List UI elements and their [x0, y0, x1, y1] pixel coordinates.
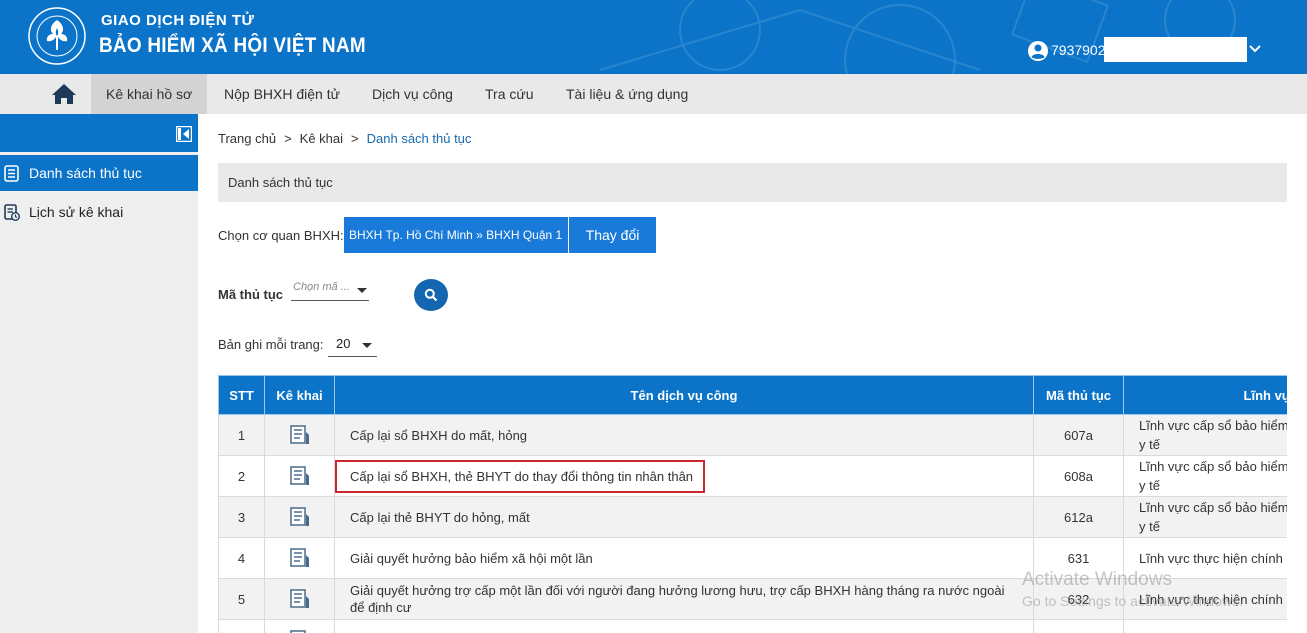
- user-avatar-icon[interactable]: [1027, 40, 1049, 62]
- table-header-row: STT Kê khai Tên dịch vụ công Mã thủ tục …: [218, 375, 1287, 415]
- nav-item-ke-khai-ho-so[interactable]: Kê khai hồ sơ: [91, 74, 208, 114]
- records-per-page-select[interactable]: 20: [328, 333, 377, 357]
- procedure-code-select[interactable]: Chọn mã ...: [291, 279, 369, 301]
- row-procedure-code: 608a: [1033, 455, 1124, 497]
- nav-item-dich-vu-cong[interactable]: Dịch vụ công: [357, 74, 468, 114]
- agency-selected-value: BHXH Tp. Hồ Chí Minh » BHXH Quận 1: [344, 217, 568, 253]
- row-procedure-code: 607a: [1033, 414, 1124, 456]
- change-agency-button[interactable]: Thay đổi: [569, 217, 656, 253]
- nav-item-tai-lieu[interactable]: Tài liệu & ứng dụng: [551, 74, 703, 114]
- records-per-page-label: Bản ghi mỗi trang:: [218, 337, 324, 352]
- row-service-name[interactable]: Giải quyết hưởng trợ cấp một lần đối với…: [334, 578, 1034, 620]
- panel-title: Danh sách thủ tục: [218, 163, 1287, 202]
- declare-form-icon[interactable]: [289, 589, 310, 609]
- agency-label: Chọn cơ quan BHXH:: [218, 228, 344, 243]
- sidebar-item-label: Danh sách thủ tục: [29, 165, 142, 181]
- breadcrumb: Trang chủ > Kê khai > Danh sách thủ tục: [218, 131, 472, 146]
- procedure-code-label: Mã thủ tục: [218, 287, 283, 302]
- declare-form-icon[interactable]: [289, 507, 310, 527]
- row-stt: 4: [218, 537, 265, 579]
- breadcrumb-home[interactable]: Trang chủ: [218, 131, 276, 146]
- main-nav: Kê khai hồ sơ Nộp BHXH điện tử Dịch vụ c…: [0, 74, 1307, 114]
- col-header-ma-thu-tuc: Mã thủ tục: [1033, 375, 1124, 415]
- sidebar-item-label: Lịch sử kê khai: [29, 204, 124, 220]
- activate-windows-watermark: Activate Windows: [1022, 569, 1172, 590]
- row-procedure-code: 612a: [1033, 496, 1124, 538]
- records-per-page-value: 20: [336, 336, 351, 351]
- row-stt: 1: [218, 414, 265, 456]
- breadcrumb-current[interactable]: Danh sách thủ tục: [367, 131, 472, 146]
- row-service-name[interactable]: Cấp lại sổ BHXH, thẻ BHYT do thay đổi th…: [334, 455, 1034, 497]
- vss-logo-icon[interactable]: [27, 6, 87, 66]
- sidebar-item-danh-sach-thu-tuc[interactable]: Danh sách thủ tục: [0, 155, 198, 191]
- declare-form-icon[interactable]: [289, 548, 310, 568]
- row-service-name[interactable]: Cấp lại thẻ BHYT do hỏng, mất: [334, 496, 1034, 538]
- brand-subtitle: GIAO DỊCH ĐIỆN TỬ: [101, 12, 255, 29]
- search-icon: [424, 288, 438, 302]
- top-header: GIAO DỊCH ĐIỆN TỬ BẢO HIỂM XÃ HỘI VIỆT N…: [0, 0, 1307, 74]
- user-name-redacted: [1104, 37, 1247, 62]
- col-header-linh-vuc: Lĩnh vực: [1123, 375, 1287, 415]
- search-button[interactable]: [414, 279, 448, 311]
- nav-item-tra-cuu[interactable]: Tra cứu: [470, 74, 549, 114]
- col-header-stt: STT: [218, 375, 265, 415]
- activate-windows-hint: Go to Settings to activate Windows.: [1022, 593, 1243, 609]
- row-service-name[interactable]: Giải quyết hưởng bảo hiểm xã hội một lần: [334, 537, 1034, 579]
- chevron-down-icon[interactable]: [1249, 44, 1261, 54]
- collapse-sidebar-icon[interactable]: [176, 126, 192, 142]
- sidebar-item-lich-su-ke-khai[interactable]: Lịch sử kê khai: [0, 194, 198, 230]
- sidebar: Danh sách thủ tục Lịch sử kê khai: [0, 114, 198, 633]
- caret-down-icon: [357, 288, 367, 293]
- breadcrumb-ke-khai[interactable]: Kê khai: [300, 131, 343, 146]
- table-row[interactable]: [218, 619, 1287, 633]
- list-document-icon: [4, 165, 19, 182]
- caret-down-icon: [362, 343, 372, 348]
- row-stt: 3: [218, 496, 265, 538]
- row-service-name[interactable]: Cấp lại sổ BHXH do mất, hỏng: [334, 414, 1034, 456]
- declare-form-icon[interactable]: [289, 425, 310, 445]
- nav-item-nop-bhxh[interactable]: Nộp BHXH điện tử: [209, 74, 355, 114]
- table-row[interactable]: 1 Cấp lại sổ BHXH do mất, hỏng 607a Lĩnh…: [218, 414, 1287, 456]
- brand-title: BẢO HIỂM XÃ HỘI VIỆT NAM: [99, 34, 366, 57]
- table-row[interactable]: 2 Cấp lại sổ BHXH, thẻ BHYT do thay đổi …: [218, 455, 1287, 497]
- sidebar-header: [0, 114, 198, 152]
- history-document-icon: [4, 204, 20, 221]
- col-header-ke-khai: Kê khai: [264, 375, 335, 415]
- row-field: Lĩnh vực cấp sổ bảo hiểm y tế: [1123, 414, 1287, 456]
- highlighted-service-name[interactable]: Cấp lại sổ BHXH, thẻ BHYT do thay đổi th…: [335, 459, 706, 493]
- procedure-code-placeholder: Chọn mã ...: [293, 281, 350, 293]
- row-stt: 5: [218, 578, 265, 620]
- row-field: Lĩnh vực cấp sổ bảo hiểm y tế: [1123, 455, 1287, 497]
- user-id-text[interactable]: 7937902: [1051, 42, 1106, 58]
- col-header-ten-dich-vu: Tên dịch vụ công: [334, 375, 1034, 415]
- home-icon[interactable]: [51, 83, 77, 105]
- declare-form-icon[interactable]: [289, 466, 310, 486]
- table-row[interactable]: 3 Cấp lại thẻ BHYT do hỏng, mất 612a Lĩn…: [218, 496, 1287, 538]
- row-stt: 2: [218, 455, 265, 497]
- row-field: Lĩnh vực cấp sổ bảo hiểm y tế: [1123, 496, 1287, 538]
